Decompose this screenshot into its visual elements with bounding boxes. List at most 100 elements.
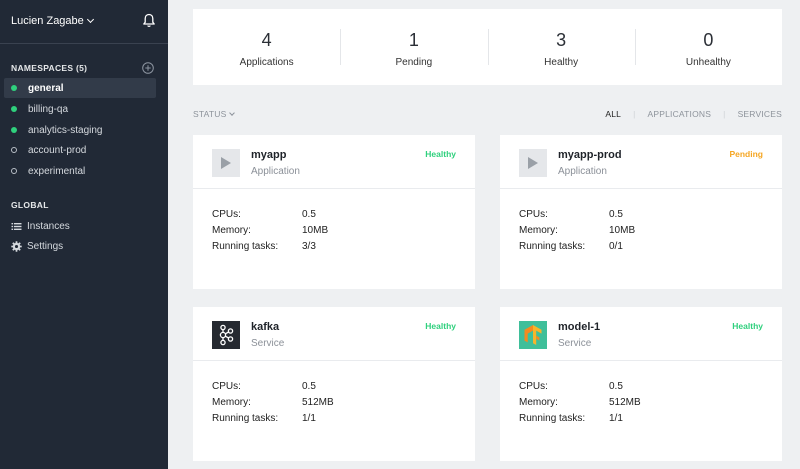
summary-value: 1 <box>408 30 419 50</box>
tensorflow-icon <box>519 321 547 349</box>
tasks-value: 1/1 <box>302 413 316 424</box>
memory-row: Memory: 10MB <box>500 225 782 241</box>
global-header: GLOBAL <box>11 200 49 210</box>
namespace-item-experimental[interactable]: experimental <box>4 161 156 181</box>
status-dot <box>11 127 17 133</box>
status-dot <box>11 106 17 112</box>
card-type: Application <box>558 166 607 177</box>
status-badge: Healthy <box>425 321 456 331</box>
cpus-label: CPUs: <box>519 381 548 392</box>
tasks-label: Running tasks: <box>212 241 279 252</box>
card-title: model-1 <box>558 321 601 333</box>
summary-healthy: 3 Healthy <box>487 9 635 85</box>
list-icon <box>11 222 22 230</box>
tasks-label: Running tasks: <box>519 413 586 424</box>
card-type: Service <box>251 338 285 349</box>
card-header: myapp Application Healthy <box>193 135 475 189</box>
namespace-item-general[interactable]: general <box>4 78 156 98</box>
card-stats: CPUs: 0.5 Memory: 10MB Running tasks: 3/3 <box>193 189 475 257</box>
summary-value: 3 <box>556 30 567 50</box>
namespace-label: experimental <box>28 165 86 177</box>
tasks-row: Running tasks: 1/1 <box>500 413 782 429</box>
service-card-kafka[interactable]: kafka Service Healthy CPUs: 0.5 Memory: 51… <box>193 307 475 461</box>
chevron-down-icon <box>229 109 236 116</box>
tab-applications[interactable]: APPLICATIONS <box>647 109 711 119</box>
sidebar: Lucien Zagabe NAMESPACES (5) general bil… <box>0 0 168 469</box>
status-dot <box>11 85 17 91</box>
sidebar-divider <box>0 43 168 44</box>
cpus-row: CPUs: 0.5 <box>500 381 782 397</box>
tasks-value: 3/3 <box>302 241 316 252</box>
service-card-model-1[interactable]: model-1 Service Healthy CPUs: 0.5 Memory:… <box>500 307 782 461</box>
card-title: myapp-prod <box>558 149 622 161</box>
chevron-down-icon <box>86 15 94 24</box>
tasks-row: Running tasks: 3/3 <box>193 241 475 257</box>
tasks-row: Running tasks: 0/1 <box>500 241 782 257</box>
summary-label: Unhealthy <box>685 57 731 68</box>
bell-icon[interactable] <box>142 13 156 28</box>
cpus-value: 0.5 <box>302 381 316 392</box>
summary-applications: 4 Applications <box>193 9 340 85</box>
user-menu[interactable]: Lucien Zagabe <box>11 13 156 29</box>
app-card-myapp[interactable]: myapp Application Healthy CPUs: 0.5 Memor… <box>193 135 475 289</box>
cpus-label: CPUs: <box>519 209 548 220</box>
tab-all[interactable]: ALL <box>605 109 621 119</box>
card-type: Application <box>251 166 300 177</box>
play-icon <box>212 149 240 177</box>
cpus-value: 0.5 <box>302 209 316 220</box>
namespace-label: account-prod <box>28 144 87 156</box>
tab-separator: | <box>723 109 726 119</box>
play-icon <box>519 149 547 177</box>
status-badge: Healthy <box>425 149 456 159</box>
status-filter-label: STATUS <box>193 109 227 119</box>
summary-value: 4 <box>261 30 272 50</box>
add-namespace-icon[interactable] <box>142 62 154 74</box>
status-badge: Healthy <box>732 321 763 331</box>
namespace-label: analytics-staging <box>28 124 103 136</box>
namespace-item-account-prod[interactable]: account-prod <box>4 140 156 160</box>
status-filter-dropdown[interactable]: STATUS <box>193 109 236 119</box>
tasks-value: 0/1 <box>609 241 623 252</box>
card-stats: CPUs: 0.5 Memory: 512MB Running tasks: 1/1 <box>500 361 782 429</box>
app-card-myapp-prod[interactable]: myapp-prod Application Pending CPUs: 0.5 … <box>500 135 782 289</box>
cpus-row: CPUs: 0.5 <box>193 381 475 397</box>
memory-row: Memory: 10MB <box>193 225 475 241</box>
memory-label: Memory: <box>212 225 251 236</box>
type-filter-tabs: ALL | APPLICATIONS | SERVICES <box>605 109 782 119</box>
tab-services[interactable]: SERVICES <box>738 109 782 119</box>
tab-separator: | <box>633 109 636 119</box>
card-title: kafka <box>251 321 280 333</box>
card-stats: CPUs: 0.5 Memory: 512MB Running tasks: 1/1 <box>193 361 475 429</box>
summary-unhealthy: 0 Unhealthy <box>634 9 782 85</box>
namespace-item-analytics-staging[interactable]: analytics-staging <box>4 120 156 140</box>
summary-value: 0 <box>703 30 714 50</box>
sidebar-item-instances[interactable]: Instances <box>11 218 70 234</box>
namespace-label: general <box>28 82 64 94</box>
namespace-item-billing-qa[interactable]: billing-qa <box>4 99 156 119</box>
memory-label: Memory: <box>519 397 558 408</box>
summary-label: Healthy <box>544 57 579 68</box>
memory-value: 512MB <box>609 397 641 408</box>
card-header: model-1 Service Healthy <box>500 307 782 361</box>
tasks-label: Running tasks: <box>519 241 586 252</box>
cpus-label: CPUs: <box>212 381 241 392</box>
memory-row: Memory: 512MB <box>193 397 475 413</box>
card-stats: CPUs: 0.5 Memory: 10MB Running tasks: 0/1 <box>500 189 782 257</box>
status-dot <box>11 168 17 174</box>
cpus-value: 0.5 <box>609 381 623 392</box>
memory-label: Memory: <box>212 397 251 408</box>
card-type: Service <box>558 338 592 349</box>
sidebar-item-settings[interactable]: Settings <box>11 238 63 254</box>
gear-icon <box>11 240 22 252</box>
memory-value: 10MB <box>609 225 636 236</box>
status-badge: Pending <box>729 149 763 159</box>
kafka-icon <box>212 321 240 349</box>
card-header: myapp-prod Application Pending <box>500 135 782 189</box>
tasks-label: Running tasks: <box>212 413 279 424</box>
user-name: Lucien Zagabe <box>11 15 84 27</box>
cpus-row: CPUs: 0.5 <box>193 209 475 225</box>
cpus-row: CPUs: 0.5 <box>500 209 782 225</box>
memory-value: 512MB <box>302 397 334 408</box>
card-title: myapp <box>251 149 287 161</box>
card-header: kafka Service Healthy <box>193 307 475 361</box>
